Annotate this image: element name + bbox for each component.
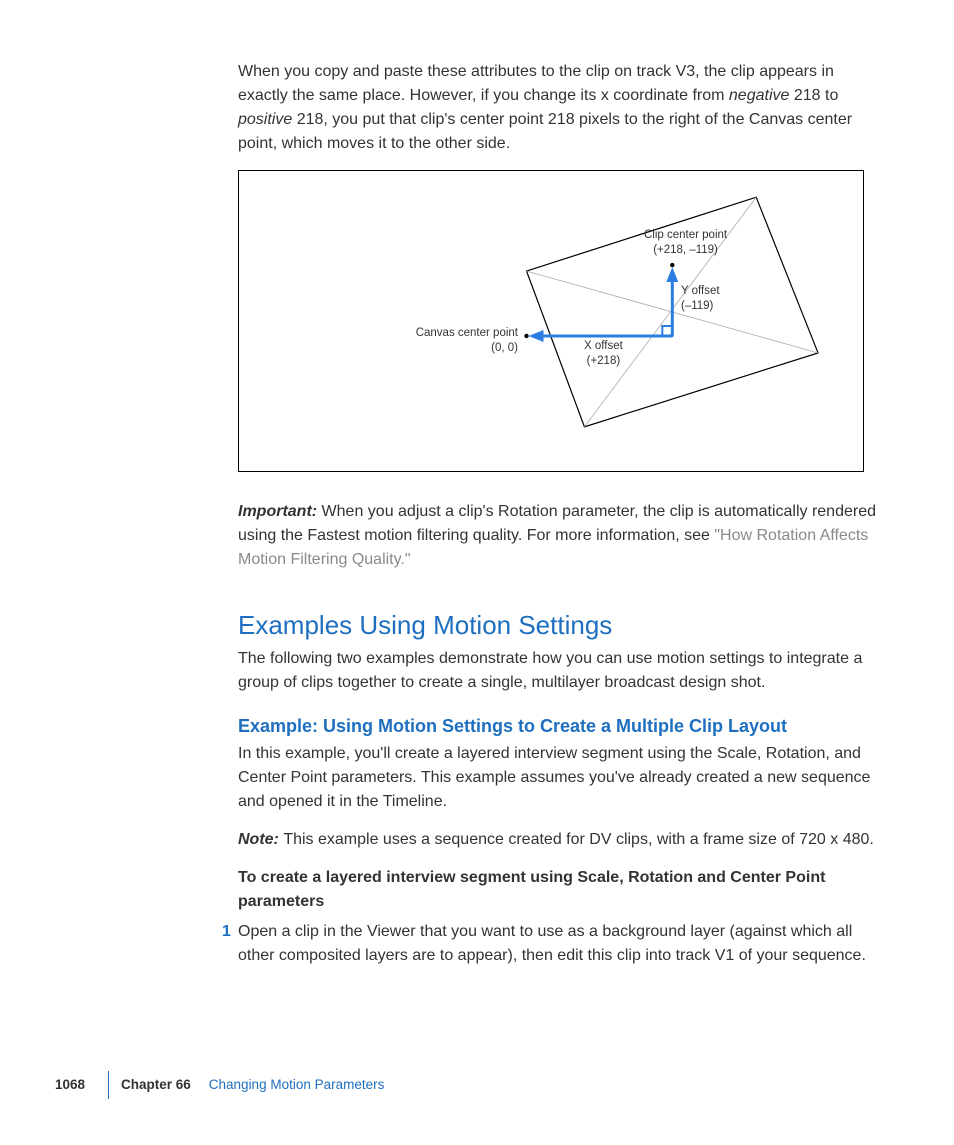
step-number: 1 [222,920,231,944]
intro-text-2: 218 to [789,87,838,104]
important-label: Important: [238,503,322,520]
page-footer: 1068 Chapter 66 Changing Motion Paramete… [108,1071,884,1099]
clip-center-value: (+218, –119) [653,244,718,256]
chapter-label: Chapter 66 [121,1075,191,1095]
chapter-title: Changing Motion Parameters [209,1075,385,1095]
section-intro: The following two examples demonstrate h… [238,647,884,695]
intro-positive: positive [238,111,292,128]
canvas-center-label-text: Canvas center point [416,327,518,339]
diagram-svg [239,171,863,471]
step-1-text: Open a clip in the Viewer that you want … [238,920,884,968]
example-intro: In this example, you'll create a layered… [238,742,884,814]
x-offset-value: (+218) [587,355,621,367]
canvas-center-point-label: Canvas center point (0, 0) [416,326,518,356]
note-text: This example uses a sequence created for… [283,831,874,848]
page: When you copy and paste these attributes… [0,0,954,1145]
clip-center-point-label: Clip center point (+218, –119) [644,228,727,258]
x-offset-text: X offset [584,340,623,352]
important-paragraph: Important: When you adjust a clip's Rota… [238,500,884,572]
section-heading: Examples Using Motion Settings [238,606,884,645]
y-offset-text: Y offset [681,285,720,297]
x-offset-label: X offset (+218) [584,339,623,369]
note-paragraph: Note: This example uses a sequence creat… [238,828,884,852]
y-offset-label: Y offset (–119) [681,284,720,314]
note-label: Note: [238,831,283,848]
page-number: 1068 [55,1075,85,1095]
y-offset-value: (–119) [681,300,713,312]
clip-center-label-text: Clip center point [644,229,727,241]
example-heading: Example: Using Motion Settings to Create… [238,713,884,740]
diagram: Clip center point (+218, –119) Y offset … [238,170,864,472]
intro-text-3: 218, you put that clip's center point 21… [238,111,852,152]
intro-negative: negative [729,87,790,104]
task-heading: To create a layered interview segment us… [238,866,884,914]
intro-paragraph: When you copy and paste these attributes… [238,60,884,156]
canvas-center-value: (0, 0) [491,342,518,354]
step-1: 1 Open a clip in the Viewer that you wan… [238,920,884,968]
